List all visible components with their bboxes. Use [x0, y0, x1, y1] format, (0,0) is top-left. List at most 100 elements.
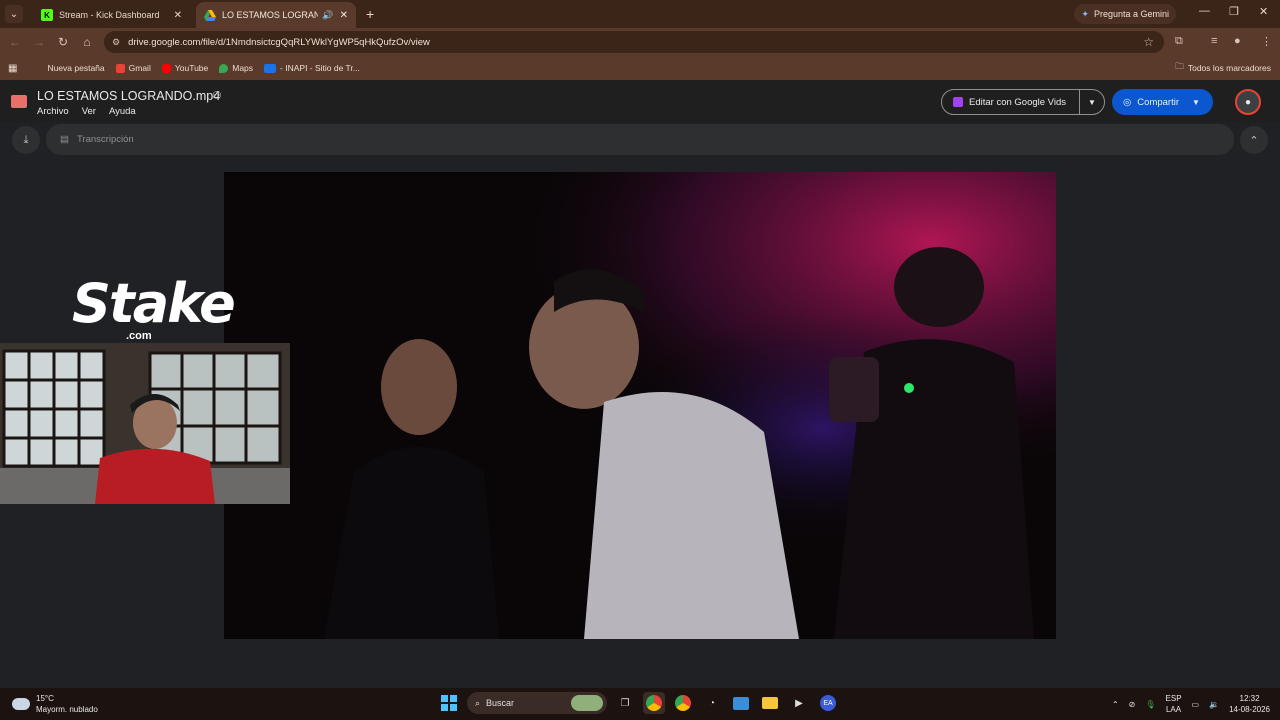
all-bookmarks-button[interactable]: 🗀 Todos los marcadores: [1175, 61, 1271, 75]
share-button[interactable]: ◎ Compartir ▼: [1112, 89, 1213, 115]
youtube-icon: [161, 63, 171, 73]
folder-icon: 🗀: [1175, 61, 1184, 71]
taskbar-search[interactable]: ⌕ Buscar: [467, 692, 607, 714]
transcript-icon: ▤: [60, 134, 69, 145]
edit-vids-main[interactable]: Editar con Google Vids: [942, 90, 1080, 114]
stake-logo: Stake: [72, 272, 236, 335]
avatar[interactable]: ●: [1235, 89, 1261, 115]
stake-logo-suffix: .com: [126, 330, 152, 342]
home-icon[interactable]: ⌂: [75, 35, 99, 49]
download-button[interactable]: ⤓: [12, 126, 40, 154]
file-name: LO ESTAMOS LOGRANDO.mp4: [37, 89, 221, 103]
globe-icon: ◎: [1123, 96, 1132, 108]
ea-app-icon[interactable]: EA: [817, 692, 839, 714]
video-file-icon: [11, 95, 27, 108]
language-indicator[interactable]: ESP LAA: [1166, 693, 1182, 715]
chevron-up-icon[interactable]: ⌃: [1112, 700, 1119, 709]
menu-icon[interactable]: ⋮: [1261, 35, 1272, 48]
bookmark-inapi[interactable]: - INAPI - Sitio de Tr...: [264, 63, 360, 73]
address-bar[interactable]: ⚙ drive.google.com/file/d/1NmdnsictcgQqR…: [104, 31, 1164, 53]
chrome-profile-icon[interactable]: [672, 692, 694, 714]
close-window-icon[interactable]: ✕: [1259, 5, 1268, 18]
site-info-icon[interactable]: ⚙: [112, 37, 120, 48]
clock[interactable]: 12:32 14-08-2026: [1229, 693, 1270, 715]
collapse-button[interactable]: ⌃: [1240, 126, 1268, 154]
bookmark-new-tab[interactable]: Nueva pestaña: [47, 63, 104, 73]
share-main[interactable]: ◎ Compartir: [1112, 97, 1192, 108]
bookmark-maps[interactable]: Maps: [219, 63, 253, 73]
gemini-icon: ✦: [1081, 8, 1089, 19]
reload-icon[interactable]: ↻: [51, 35, 75, 49]
extensions-icon[interactable]: ⧉: [1175, 35, 1183, 48]
cloud-icon: [12, 698, 30, 710]
tab-strip: ⌄ K Stream - Kick Dashboard ✕ LO ESTAMOS…: [0, 0, 1280, 28]
bookmark-star-icon[interactable]: ☆: [1143, 35, 1154, 49]
file-menu-bar: Archivo Ver Ayuda: [37, 106, 136, 117]
url-text: drive.google.com/file/d/1NmdnsictcgQqRLY…: [128, 36, 430, 48]
media-player-icon[interactable]: ▶: [788, 692, 810, 714]
file-explorer-icon[interactable]: [759, 692, 781, 714]
close-icon[interactable]: ✕: [340, 10, 348, 21]
photos-icon[interactable]: [730, 692, 752, 714]
vids-icon: [953, 97, 963, 107]
speaker-icon[interactable]: 🔊: [322, 10, 333, 21]
tab-title: LO ESTAMOS LOGRANDO.m: [222, 10, 319, 20]
chevron-down-icon[interactable]: ▼: [1192, 98, 1200, 107]
network-off-icon[interactable]: ⊘: [1129, 700, 1136, 709]
new-tab-button[interactable]: +: [366, 6, 374, 22]
close-icon[interactable]: ✕: [174, 10, 182, 21]
edit-with-vids-button[interactable]: Editar con Google Vids ▼: [941, 89, 1105, 115]
webcam-overlay: [0, 343, 290, 504]
transcription-label: Transcripción: [76, 134, 134, 145]
drive-viewer-header: LO ESTAMOS LOGRANDO.mp4 ⚇ Archivo Ver Ay…: [0, 80, 1280, 122]
back-icon[interactable]: ←: [3, 35, 27, 49]
apps-icon[interactable]: ▦: [8, 63, 17, 74]
display-icon[interactable]: ▭: [1192, 700, 1200, 709]
weather-widget[interactable]: 15°C Mayorm. nublado: [12, 693, 98, 715]
windows-start-icon[interactable]: [438, 692, 460, 714]
webcam-frame: [0, 343, 290, 504]
menu-archivo[interactable]: Archivo: [37, 106, 69, 117]
profile-icon[interactable]: ●: [1234, 35, 1241, 47]
tab-title: Stream - Kick Dashboard: [59, 10, 160, 20]
forward-icon[interactable]: →: [27, 35, 51, 49]
gmail-icon: [115, 63, 125, 73]
taskbar-apps: ⌕ Buscar ❐ ◔ ▶ EA: [438, 692, 839, 714]
app-icon[interactable]: ◔: [701, 692, 723, 714]
bookmark-gmail[interactable]: Gmail: [115, 63, 151, 73]
edit-vids-label: Editar con Google Vids: [969, 96, 1066, 108]
menu-ver[interactable]: Ver: [82, 106, 96, 117]
bookmark-youtube[interactable]: YouTube: [161, 63, 208, 73]
tab-search-button[interactable]: ⌄: [5, 5, 23, 23]
volume-icon[interactable]: 🔉: [1209, 700, 1219, 709]
search-placeholder: Buscar: [486, 698, 515, 708]
chevron-up-icon: ⌃: [1249, 134, 1259, 147]
weather-desc: Mayorm. nublado: [36, 705, 98, 714]
flag-icon: [264, 63, 277, 73]
microphone-icon[interactable]: 🎙: [1145, 700, 1155, 709]
tab-drive-video[interactable]: LO ESTAMOS LOGRANDO.m 🔊 ✕: [196, 2, 356, 28]
gemini-label: Pregunta a Gemini: [1093, 9, 1169, 19]
maps-icon: [219, 63, 229, 73]
gemini-button[interactable]: ✦ Pregunta a Gemini: [1074, 4, 1176, 24]
windows-taskbar: 15°C Mayorm. nublado ⌕ Buscar ❐ ◔ ▶ EA ⌃…: [0, 688, 1280, 720]
minimize-icon[interactable]: —: [1199, 5, 1210, 17]
restore-icon[interactable]: ❐: [1229, 5, 1239, 18]
menu-ayuda[interactable]: Ayuda: [109, 106, 136, 117]
video-player[interactable]: [224, 172, 1056, 639]
drive-icon: [204, 9, 216, 21]
kick-icon: K: [41, 9, 53, 21]
search-icon: ⌕: [475, 697, 481, 708]
browser-toolbar: ← → ↻ ⌂ ⚙ drive.google.com/file/d/1Nmdns…: [0, 28, 1280, 56]
shared-icon: ⚇: [212, 90, 222, 102]
transcription-bar[interactable]: ▤ Transcripción: [46, 124, 1234, 155]
bookmarks-bar: ▦ Nueva pestaña Gmail YouTube Maps - INA…: [0, 56, 1280, 80]
tab-kick-dashboard[interactable]: K Stream - Kick Dashboard ✕: [33, 2, 190, 28]
download-icon: ⤓: [23, 133, 29, 146]
share-label: Compartir: [1137, 96, 1179, 108]
chrome-icon[interactable]: [643, 692, 665, 714]
video-frame: [224, 172, 1056, 639]
task-view-icon[interactable]: ❐: [614, 692, 636, 714]
chevron-down-icon[interactable]: ▼: [1080, 98, 1104, 107]
media-controls-icon[interactable]: ≡: [1211, 35, 1217, 47]
